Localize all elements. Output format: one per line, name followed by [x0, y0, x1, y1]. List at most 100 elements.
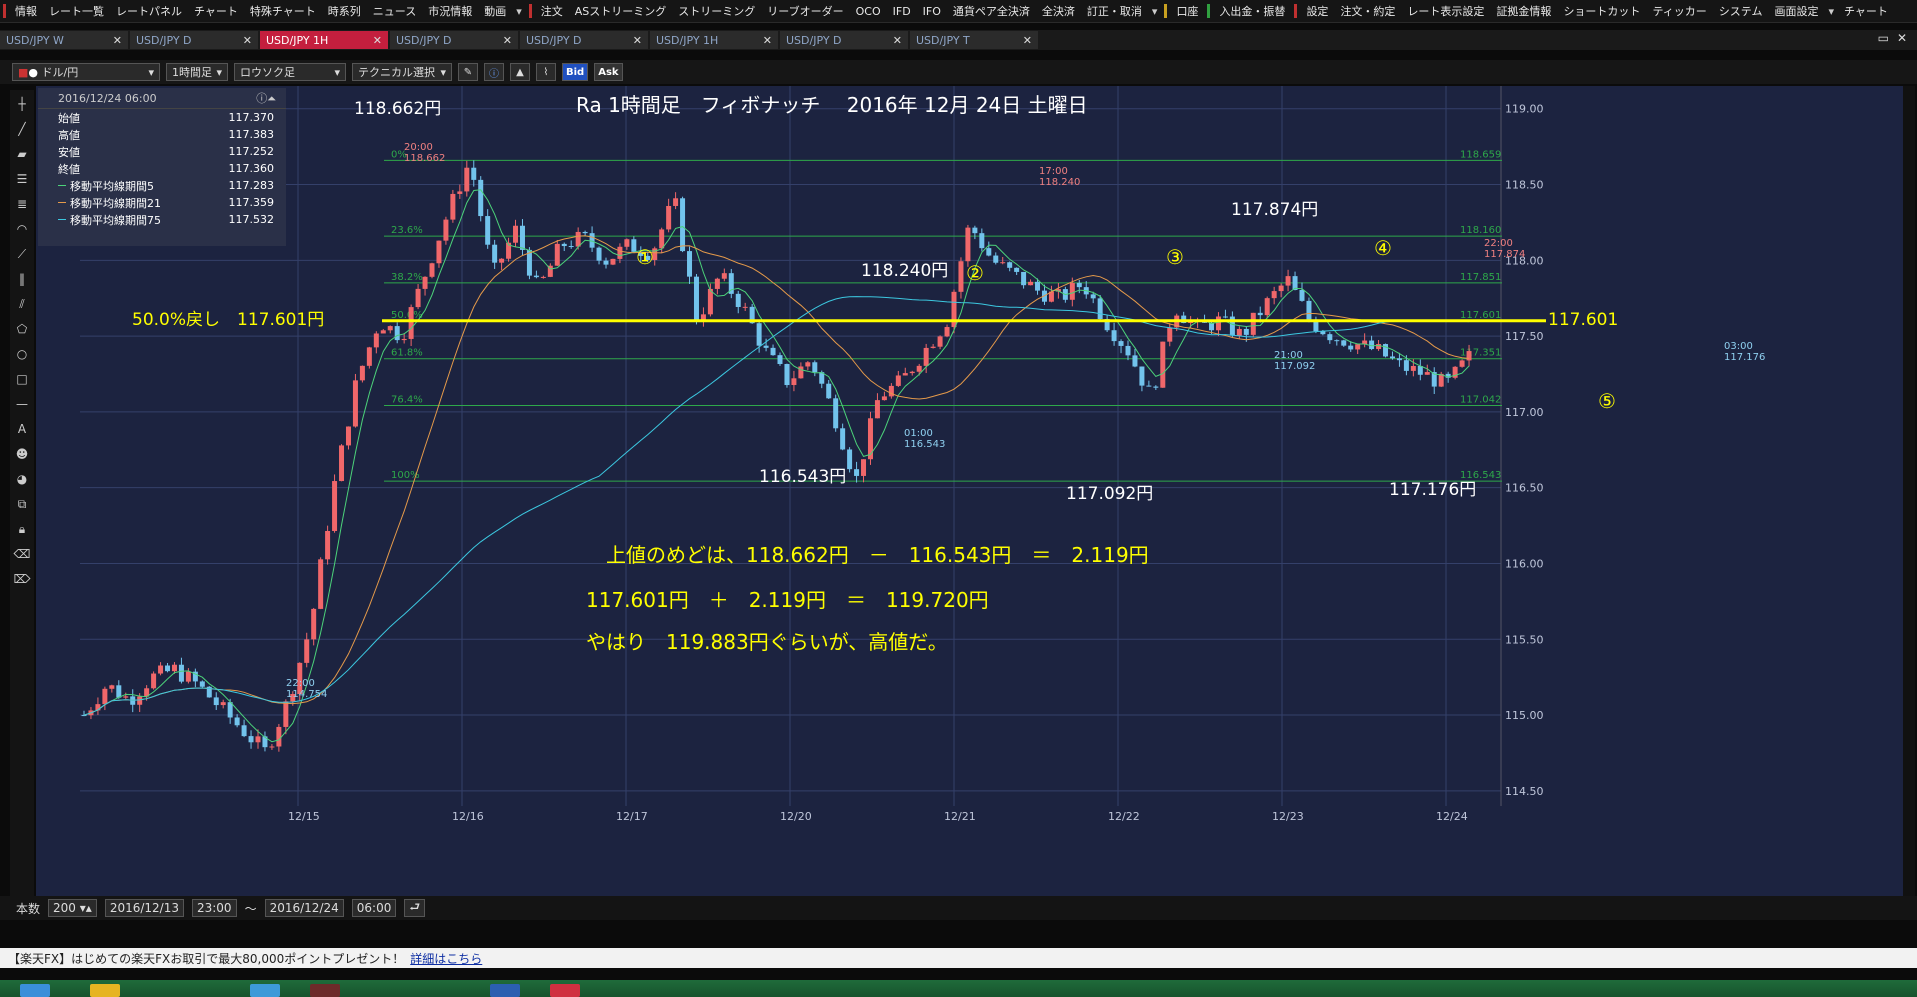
menu-item-3[interactable]: チャート — [188, 3, 244, 19]
fib-fan-icon[interactable]: ⟋ — [11, 243, 33, 265]
menu-more-icon[interactable]: ▾ — [512, 5, 526, 18]
menu-item-15[interactable]: IFO — [917, 5, 947, 18]
menu-item-14[interactable]: IFD — [887, 5, 917, 18]
chart-tab-6[interactable]: USD/JPY D ✕ — [780, 31, 908, 49]
menu-item-28[interactable]: 画面設定 — [1768, 3, 1824, 19]
menu-item-18[interactable]: 訂正・取消 — [1081, 3, 1148, 19]
chart-style-select[interactable]: ロウソク足 ▾ — [234, 63, 346, 81]
info-icon[interactable]: ⓘ — [484, 63, 504, 81]
chart-area[interactable]: 119.00 118.50 118.00 117.50 117.00 116.50 116.… — [36, 86, 1907, 896]
candle-count-stepper[interactable]: 200 ▾ ▴ — [48, 899, 97, 917]
currency-pair-select[interactable]: ■● ドル/円 ▾ — [12, 63, 160, 81]
word-icon[interactable] — [490, 984, 520, 997]
text-tool-icon[interactable]: A — [11, 418, 33, 440]
ruler-icon[interactable]: ▰ — [11, 143, 33, 165]
menu-item-2[interactable]: レートパネル — [110, 3, 188, 19]
return-icon[interactable]: ⮐ — [404, 899, 426, 917]
menu-more-icon[interactable]: ▾ — [1824, 5, 1838, 18]
chart-tab-3[interactable]: USD/JPY D ✕ — [390, 31, 518, 49]
mountain-chart-icon[interactable]: ▲ — [510, 63, 530, 81]
close-tab-icon[interactable]: ✕ — [633, 34, 642, 47]
menu-item-19[interactable]: 口座 — [1170, 3, 1204, 19]
menu-item-6[interactable]: ニュース — [367, 3, 422, 19]
menu-item-17[interactable]: 全決済 — [1036, 3, 1081, 19]
restore-icon[interactable]: ▭ — [1878, 31, 1889, 45]
timeframe-select[interactable]: 1時間足 ▾ — [166, 63, 228, 81]
pen-icon[interactable]: ✎ — [458, 63, 478, 81]
ask-button[interactable]: Ask — [594, 63, 623, 81]
line-chart-icon[interactable]: ⌇ — [536, 63, 556, 81]
pentagon-icon[interactable]: ⬠ — [11, 318, 33, 340]
technical-select[interactable]: テクニカル選択 ▾ — [352, 63, 452, 81]
rectangle-icon[interactable]: □ — [11, 368, 33, 390]
eraser-icon[interactable]: ⌫ — [11, 543, 33, 565]
menu-item-29[interactable]: チャート — [1838, 3, 1894, 19]
from-time-field[interactable]: 23:00 — [191, 899, 237, 917]
hline-icon[interactable]: — — [11, 393, 33, 415]
erase-all-icon[interactable]: ⌦ — [11, 568, 33, 590]
browser-icon[interactable] — [250, 984, 280, 997]
menu-item-12[interactable]: リーブオーダー — [761, 3, 849, 19]
marker-icon[interactable]: ◕ — [11, 468, 33, 490]
info-collapse-icon[interactable]: ⓘ⏶ — [256, 90, 276, 106]
close-icon[interactable]: ✕ — [1897, 31, 1907, 45]
fx-app-icon[interactable] — [550, 984, 580, 997]
menu-item-4[interactable]: 特殊チャート — [244, 3, 322, 19]
pitchfork-icon[interactable]: ⫽ — [11, 293, 33, 315]
close-tab-icon[interactable]: ✕ — [243, 34, 252, 47]
vertical-lines-icon[interactable]: ‖ — [11, 268, 33, 290]
y-tick-label: 117.00 — [1505, 406, 1544, 419]
close-tab-icon[interactable]: ✕ — [373, 34, 382, 47]
candle-body — [457, 191, 463, 194]
chart-tab-2[interactable]: USD/JPY 1H ✕ — [260, 31, 388, 49]
menu-item-23[interactable]: レート表示設定 — [1401, 3, 1490, 19]
chart-tab-5[interactable]: USD/JPY 1H ✕ — [650, 31, 778, 49]
horizontal-line-icon[interactable]: ☰ — [11, 168, 33, 190]
close-tab-icon[interactable]: ✕ — [503, 34, 512, 47]
fib-arc-icon[interactable]: ◠ — [11, 218, 33, 240]
menu-item-16[interactable]: 通貨ペア全決済 — [947, 3, 1036, 19]
chart-tab-7[interactable]: USD/JPY T ✕ — [910, 31, 1038, 49]
menu-item-20[interactable]: 入出金・振替 — [1213, 3, 1291, 19]
ad-detail-link[interactable]: 詳細はこちら — [410, 950, 482, 967]
close-tab-icon[interactable]: ✕ — [1023, 34, 1032, 47]
menu-item-7[interactable]: 市況情報 — [422, 3, 478, 19]
menu-item-10[interactable]: ASストリーミング — [569, 3, 673, 19]
menu-item-9[interactable]: 注文 — [535, 3, 569, 19]
copy-icon[interactable]: ⧉ — [11, 493, 33, 515]
menu-item-25[interactable]: ショートカット — [1557, 3, 1646, 19]
menu-item-22[interactable]: 注文・約定 — [1334, 3, 1401, 19]
fibonacci-icon[interactable]: ≣ — [11, 193, 33, 215]
lock-icon[interactable]: 🔒︎ — [11, 518, 33, 540]
circle-icon[interactable]: ○ — [11, 343, 33, 365]
menu-item-1[interactable]: レート一覧 — [43, 3, 110, 19]
chart-tab-0[interactable]: USD/JPY W ✕ — [0, 31, 128, 49]
chart-tab-1[interactable]: USD/JPY D ✕ — [130, 31, 258, 49]
close-tab-icon[interactable]: ✕ — [113, 34, 122, 47]
crosshair-icon[interactable]: ┼ — [11, 93, 33, 115]
trendline-icon[interactable]: ╱ — [11, 118, 33, 140]
spin-up-icon[interactable]: ▴ — [86, 901, 92, 915]
bid-button[interactable]: Bid — [562, 63, 589, 81]
menu-item-11[interactable]: ストリーミング — [672, 3, 761, 19]
from-date-field[interactable]: 2016/12/13 — [104, 899, 184, 917]
chart-tab-4[interactable]: USD/JPY D ✕ — [520, 31, 648, 49]
to-date-field[interactable]: 2016/12/24 — [264, 899, 344, 917]
menu-item-24[interactable]: 証拠金情報 — [1490, 3, 1557, 19]
to-time-field[interactable]: 06:00 — [351, 899, 397, 917]
menu-item-26[interactable]: ティッカー — [1646, 3, 1712, 19]
menu-item-0[interactable]: 情報 — [9, 3, 43, 19]
vertical-scrollbar[interactable] — [1903, 86, 1915, 936]
app-icon[interactable] — [310, 984, 340, 997]
icon-stamp-icon[interactable]: ☻ — [11, 443, 33, 465]
close-tab-icon[interactable]: ✕ — [893, 34, 902, 47]
menu-more-icon[interactable]: ▾ — [1148, 5, 1162, 18]
menu-item-5[interactable]: 時系列 — [322, 3, 367, 19]
menu-item-13[interactable]: OCO — [850, 5, 887, 18]
start-icon[interactable] — [20, 984, 50, 997]
folder-icon[interactable] — [90, 984, 120, 997]
menu-item-21[interactable]: 設定 — [1300, 3, 1334, 19]
close-tab-icon[interactable]: ✕ — [763, 34, 772, 47]
menu-item-27[interactable]: システム — [1713, 3, 1769, 19]
menu-item-8[interactable]: 動画 — [478, 3, 512, 19]
